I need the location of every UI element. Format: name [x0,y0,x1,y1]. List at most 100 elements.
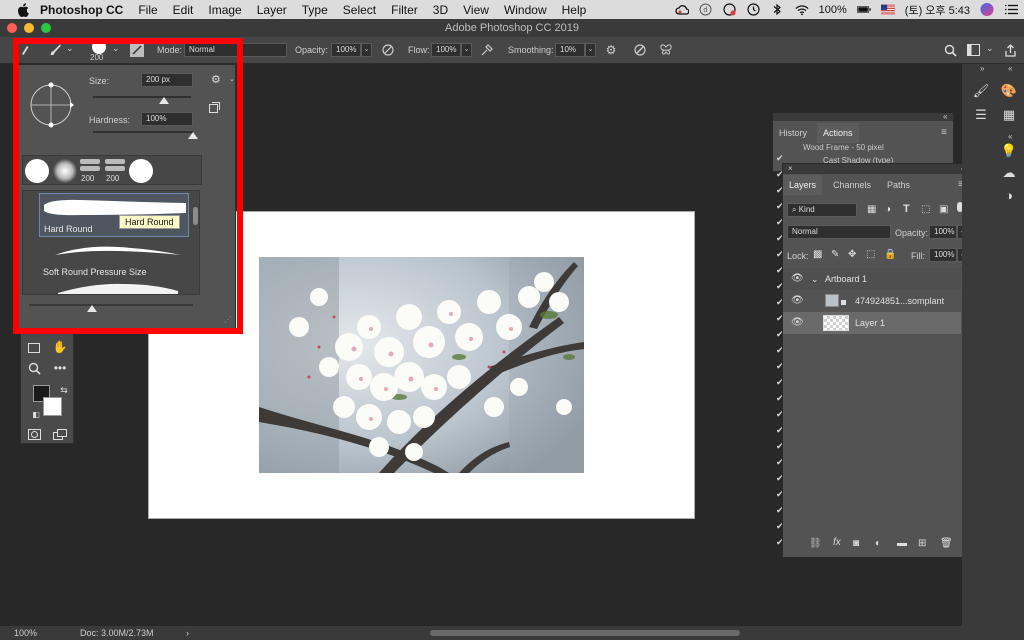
menu-view[interactable]: View [463,3,489,17]
us-flag-icon[interactable] [880,3,895,17]
time-machine-icon[interactable] [747,3,761,17]
menu-layer[interactable]: Layer [257,3,287,17]
adjustments-sliders-dock-icon[interactable]: ☰ [972,106,990,124]
action-row[interactable]: Wood Frame - 50 pixel [803,143,884,152]
layer-row-artboard[interactable]: 👁 ⌄ Artboard 1 [783,268,961,290]
filter-type-icon[interactable]: T [903,203,910,215]
fill-input[interactable]: 100% [929,248,957,262]
lock-transparent-pixels-icon[interactable]: ▩ [813,249,822,260]
layer-filter-kind-select[interactable]: ⌕ Kind [787,203,857,217]
adjustments-dock-icon[interactable]: ◑ [1000,186,1018,204]
tab-layers[interactable]: Layers [783,175,823,195]
swatches-grid-dock-icon[interactable]: ▦ [1000,106,1018,124]
layer-row-layer-1[interactable]: 👁 Layer 1 [783,312,961,334]
menu-filter[interactable]: Filter [391,3,418,17]
zoom-level[interactable]: 100% [14,626,37,640]
layer-row-smart-object[interactable]: 👁 474924851...somplant [783,290,963,312]
more-tools-icon[interactable]: ••• [51,359,69,377]
layer-style-fx-icon[interactable]: fx [833,537,841,548]
pressure-size-icon[interactable] [632,42,648,58]
menu-window[interactable]: Window [504,3,547,17]
menu-file[interactable]: File [138,3,157,17]
menu-image[interactable]: Image [208,3,241,17]
tab-actions[interactable]: Actions [817,123,859,143]
pressure-opacity-icon[interactable] [380,42,396,58]
opacity-input[interactable]: 100% [331,43,361,57]
tab-paths[interactable]: Paths [881,175,916,195]
menu-select[interactable]: Select [343,3,376,17]
new-group-folder-icon[interactable]: ▬ [897,538,907,549]
notification-center-icon[interactable] [1004,3,1018,17]
frame-tool-icon[interactable] [25,339,43,357]
quick-mask-icon[interactable] [25,425,43,443]
document-size-info[interactable]: Doc: 3.00M/2.73M [80,626,154,640]
visibility-eye-icon[interactable]: 👁 [791,290,804,312]
minimize-window-button[interactable] [24,23,34,33]
libraries-dock-icon[interactable]: ☁ [1000,164,1018,182]
filter-pixel-icon[interactable]: ▦ [867,204,876,215]
hand-tool-icon[interactable]: ✋ [51,338,69,356]
new-layer-icon[interactable]: ⊞ [918,538,926,549]
screen-mode-icon[interactable] [51,425,69,443]
menu-edit[interactable]: Edit [173,3,194,17]
horizontal-scrollbar-thumb[interactable] [430,630,740,636]
tab-history[interactable]: History [773,123,813,143]
color-palette-dock-icon[interactable]: 🎨 [1000,82,1018,100]
add-mask-icon[interactable]: ◙ [853,538,859,549]
workspace-dropdown-icon[interactable]: ⌄ [986,43,994,54]
lock-position-icon[interactable]: ✥ [848,249,856,260]
smoothing-options-gear-icon[interactable]: ⚙ [603,42,619,58]
flow-input[interactable]: 100% [431,43,461,57]
apple-icon[interactable] [16,2,30,17]
layer-blend-mode-select[interactable]: Normal [787,225,891,239]
smoothing-dropdown-button[interactable]: ⌄ [585,43,596,57]
menubar-clock[interactable]: (토) 오후 5:43 [905,2,970,18]
symmetry-butterfly-icon[interactable] [658,42,674,58]
default-colors-icon[interactable]: ◧ [27,405,45,423]
dock-collapse-icon[interactable]: » [980,64,984,73]
learn-lightbulb-dock-icon[interactable]: 💡 [1000,142,1018,160]
panel-menu-icon[interactable]: ≡ [941,127,947,138]
search-icon[interactable] [942,42,958,58]
collapse-panel-icon[interactable]: « [943,112,947,121]
cherry-blossom-photo[interactable] [259,257,584,473]
lock-all-icon[interactable]: 🔒 [884,249,896,260]
siri-icon[interactable] [980,2,994,17]
swap-colors-icon[interactable]: ⇆ [55,381,73,399]
background-color-swatch[interactable] [43,397,62,416]
flow-dropdown-button[interactable]: ⌄ [461,43,472,57]
close-window-button[interactable] [7,23,17,33]
brush-settings-dock-icon[interactable]: 🖌 [972,82,990,100]
status-info-chevron-icon[interactable]: › [186,626,189,640]
dock-collapse-icon-3[interactable]: « [1008,132,1012,141]
new-adjustment-layer-icon[interactable]: ◐ [875,538,881,549]
bluetooth-icon[interactable] [771,3,785,17]
filter-smart-object-icon[interactable]: ▣ [939,204,948,215]
share-icon[interactable] [1002,42,1018,58]
menu-app-name[interactable]: Photoshop CC [40,3,123,17]
dock-collapse-icon-2[interactable]: « [1008,64,1012,73]
dictation-icon[interactable]: d [699,3,713,17]
lock-image-pixels-icon[interactable]: ✎ [831,249,839,260]
filter-shape-icon[interactable]: ⬚ [921,204,930,215]
filter-adjustment-icon[interactable]: ◑ [885,204,891,215]
menu-3d[interactable]: 3D [433,3,448,17]
battery-icon[interactable] [856,3,871,17]
creative-cloud-icon[interactable] [675,3,689,17]
tab-channels[interactable]: Channels [827,175,877,195]
layer-opacity-input[interactable]: 100% [929,225,957,239]
link-layers-icon[interactable]: ⛓ [809,538,822,549]
delete-layer-trash-icon[interactable]: 🗑 [940,538,953,549]
expand-artboard-icon[interactable]: ⌄ [811,268,819,290]
workspace-layout-icon[interactable] [965,42,981,58]
zoom-window-button[interactable] [41,23,51,33]
menu-type[interactable]: Type [302,3,328,17]
zoom-tool-icon[interactable] [25,359,43,377]
opacity-dropdown-button[interactable]: ⌄ [361,43,372,57]
airbrush-icon[interactable] [479,42,495,58]
wifi-icon[interactable] [795,3,809,17]
visibility-eye-icon[interactable]: 👁 [791,268,804,290]
lock-artboard-icon[interactable]: ⬚ [866,249,875,260]
menu-help[interactable]: Help [562,3,587,17]
close-layers-panel-icon[interactable]: × [788,164,793,173]
